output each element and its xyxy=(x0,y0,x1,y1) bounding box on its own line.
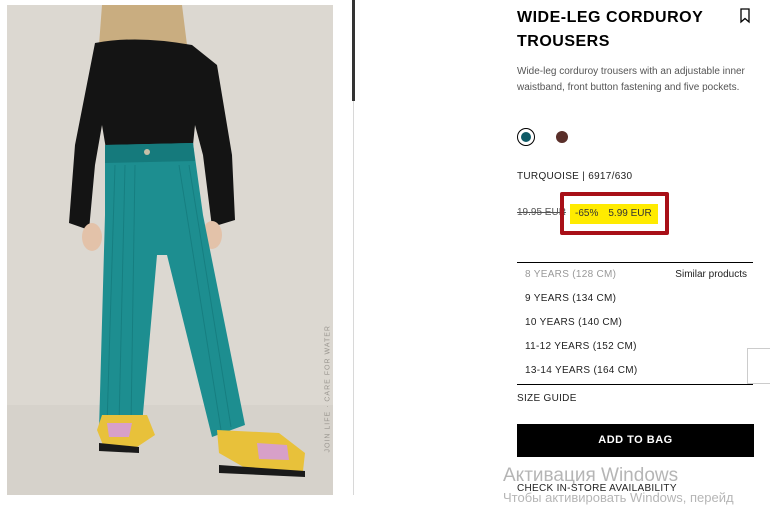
product-description: Wide-leg corduroy trousers with an adjus… xyxy=(517,66,745,93)
size-guide-link[interactable]: SIZE GUIDE xyxy=(517,393,577,404)
scrollbar-thumb[interactable] xyxy=(352,0,355,101)
color-and-reference: TURQUOISE | 6917/630 xyxy=(517,171,633,182)
similar-products-link[interactable]: Similar products xyxy=(675,269,747,280)
size-option-13-14-years[interactable]: 13-14 YEARS (164 CM) xyxy=(525,365,638,376)
add-to-bag-button[interactable]: ADD TO BAG xyxy=(517,424,754,457)
swatch-fill xyxy=(520,131,531,142)
price-annotation-box xyxy=(560,192,669,235)
bookmark-icon[interactable] xyxy=(738,8,752,24)
color-swatch-brown[interactable] xyxy=(556,131,568,143)
product-illustration xyxy=(7,5,333,495)
windows-activation-title: Активация Windows xyxy=(503,465,679,486)
size-option-9-years[interactable]: 9 YEARS (134 CM) xyxy=(525,293,616,304)
size-option-8-years[interactable]: 8 YEARS (128 CM) xyxy=(525,269,616,280)
size-option-11-12-years[interactable]: 11-12 YEARS (152 CM) xyxy=(525,341,637,352)
product-photo[interactable]: JOIN LIFE · CARE FOR WATER xyxy=(7,5,333,495)
size-option-10-years[interactable]: 10 YEARS (140 CM) xyxy=(525,317,622,328)
original-price: 19.95 EUR xyxy=(517,207,566,218)
color-swatch-turquoise[interactable] xyxy=(517,128,535,146)
side-panel-tab[interactable] xyxy=(747,348,770,384)
photo-credit: JOIN LIFE · CARE FOR WATER xyxy=(325,325,332,453)
size-selector: 8 YEARS (128 CM) 9 YEARS (134 CM) 10 YEA… xyxy=(517,262,753,385)
product-title: WIDE-LEG CORDUROY TROUSERS xyxy=(517,9,703,50)
windows-activation-subtitle: Чтобы активировать Windows, перейд xyxy=(503,490,734,505)
